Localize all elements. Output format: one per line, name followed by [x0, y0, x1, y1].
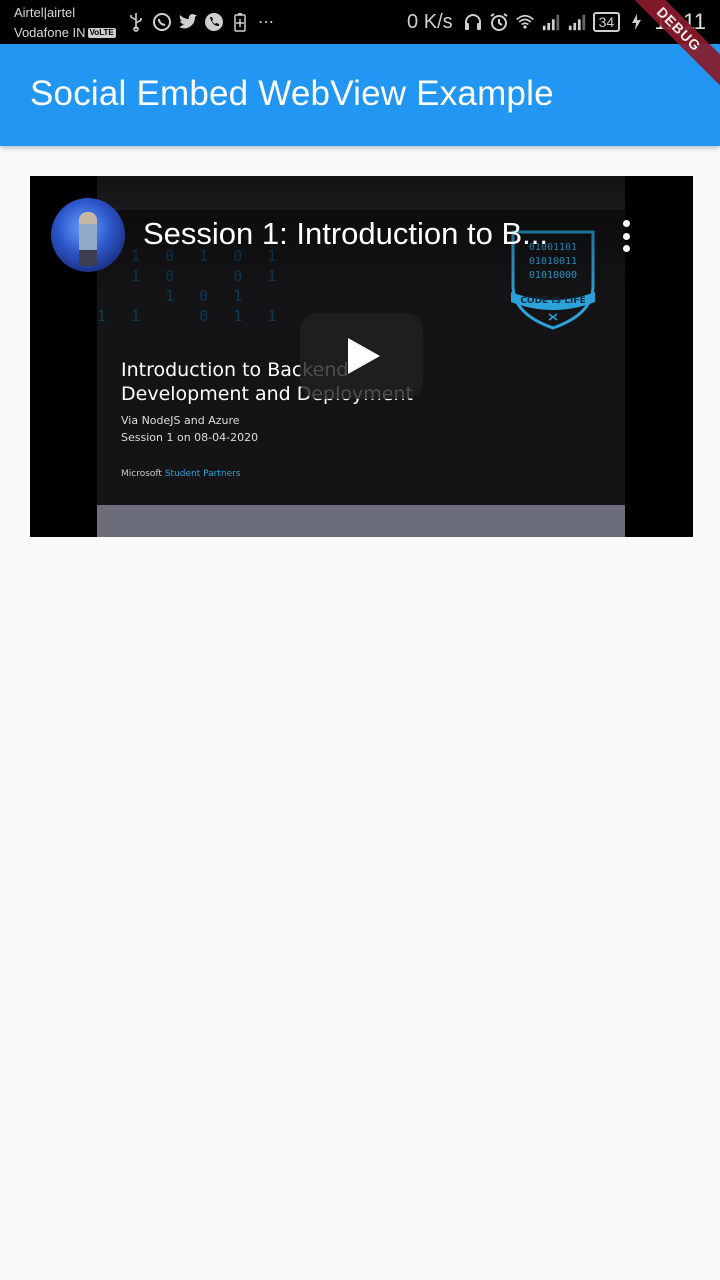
signal-sim1-icon [541, 12, 561, 32]
channel-avatar[interactable] [51, 198, 125, 272]
carrier-secondary-label: Vodafone IN [14, 25, 86, 40]
battery-saver-icon [230, 12, 250, 32]
twitter-icon [178, 12, 198, 32]
headset-icon [463, 12, 483, 32]
carrier-secondary: Vodafone IN VoLTE [14, 23, 116, 43]
slide-subtitle: Via NodeJS and Azure Session 1 on 08-04-… [121, 412, 258, 446]
slide-sub-line1: Via NodeJS and Azure [121, 414, 240, 427]
more-notifications-icon: ⋯ [258, 14, 274, 31]
carrier-primary: Airtel|airtel [14, 5, 76, 20]
more-options-icon[interactable] [616, 218, 636, 254]
status-bar: Airtel|airtel Vodafone INVoLTE ⋯ 0 K/s [0, 0, 720, 90]
volte-icon: VoLTE [87, 28, 116, 38]
play-button[interactable] [300, 313, 423, 399]
page-title: Social Embed WebView Example [30, 74, 554, 113]
whatsapp-icon [152, 12, 172, 32]
wifi-icon [515, 12, 535, 32]
notification-icons: ⋯ [126, 10, 276, 34]
carrier-info: Airtel|airtel Vodafone IN VoLTE [14, 3, 116, 43]
kebab-dot [622, 245, 630, 252]
kebab-dot [622, 220, 630, 227]
youtube-embed[interactable]: 1 1 0 1 0 1 1 0 0 1 1 0 1 1 1 0 1 1 Intr… [30, 176, 693, 537]
app-bar: Social Embed WebView Example [0, 44, 720, 146]
battery-indicator: 34 [592, 12, 621, 32]
play-icon [347, 338, 380, 374]
slide-sub-line2: Session 1 on 08-04-2020 [121, 431, 259, 444]
phone-call-icon [204, 12, 224, 32]
slide-footer-accent: Student Partners [164, 469, 241, 479]
video-title[interactable]: Session 1: Introduction to B... [143, 216, 603, 252]
slide-footer: Microsoft Student Partners [121, 469, 241, 479]
alarm-icon [489, 12, 509, 32]
usb-icon [126, 12, 146, 32]
avatar-person [79, 212, 97, 266]
kebab-dot [622, 232, 630, 240]
badge-text: CODE IS LIFE [520, 296, 585, 306]
charging-icon [626, 12, 646, 32]
network-speed: 0 K/s [407, 10, 453, 33]
signal-sim2-icon [567, 12, 587, 32]
thumbnail-bottom-strip [97, 505, 625, 537]
slide-footer-brand: Microsoft [121, 469, 162, 479]
